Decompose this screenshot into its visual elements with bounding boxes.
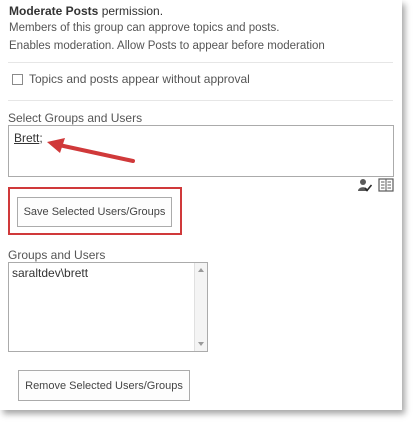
canvas: Moderate Posts permission. Members of th…: [0, 0, 419, 425]
picker-entry-separator: ;: [39, 131, 43, 145]
permission-name: Moderate Posts: [9, 4, 99, 18]
listbox-scrollbar[interactable]: [194, 263, 207, 351]
save-selected-button[interactable]: Save Selected Users/Groups: [17, 197, 172, 227]
approval-checkbox-label: Topics and posts appear without approval: [29, 72, 250, 86]
approval-checkbox-row[interactable]: Topics and posts appear without approval: [12, 72, 250, 86]
permission-suffix: permission.: [98, 4, 164, 18]
annotation-arrow: [47, 138, 135, 163]
remove-selected-button[interactable]: Remove Selected Users/Groups: [18, 370, 190, 401]
check-names-icon[interactable]: [358, 178, 372, 192]
picker-label: Select Groups and Users: [8, 111, 143, 125]
approval-checkbox[interactable]: [12, 73, 23, 85]
picker-entry[interactable]: Brett;: [14, 131, 43, 145]
moderation-settings-panel: Moderate Posts permission. Members of th…: [0, 0, 402, 410]
permission-title: Moderate Posts permission.: [9, 4, 163, 18]
list-item[interactable]: saraltdev\brett: [12, 266, 88, 280]
permission-description-line2: Enables moderation. Allow Posts to appea…: [9, 40, 325, 52]
groups-users-listbox[interactable]: saraltdev\brett: [8, 262, 208, 352]
groups-list-label: Groups and Users: [8, 248, 106, 262]
picker-entry-name[interactable]: Brett: [14, 131, 39, 145]
permission-description-line1: Members of this group can approve topics…: [9, 22, 280, 34]
scroll-up-icon[interactable]: [198, 268, 204, 272]
divider: [8, 62, 393, 63]
browse-address-book-icon[interactable]: [378, 178, 394, 192]
scroll-down-icon[interactable]: [198, 342, 204, 346]
picker-icons: [358, 178, 396, 192]
divider: [8, 100, 393, 101]
